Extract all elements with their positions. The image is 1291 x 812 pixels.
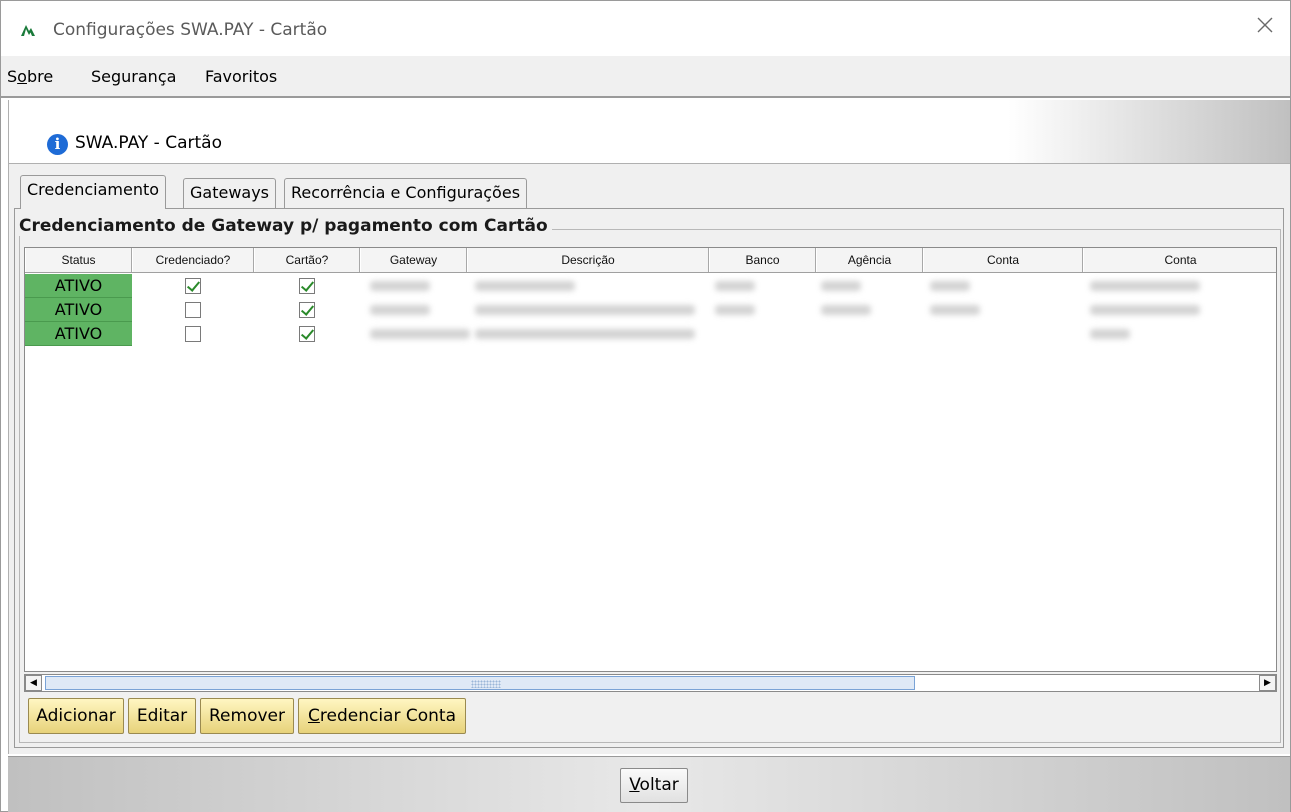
app-logo-icon bbox=[21, 25, 35, 36]
column-header-conta[interactable]: Conta bbox=[923, 248, 1083, 272]
column-header-agencia[interactable]: Agência bbox=[816, 248, 923, 272]
redacted-banco bbox=[715, 305, 755, 315]
scroll-right-icon[interactable]: ▶ bbox=[1259, 675, 1276, 691]
title-bar: Configurações SWA.PAY - Cartão bbox=[1, 1, 1290, 56]
menu-bar: Sobre Segurança Favoritos bbox=[1, 56, 1290, 98]
table-row[interactable]: ATIVO bbox=[25, 322, 1276, 346]
header-panel: i SWA.PAY - Cartão bbox=[8, 100, 1290, 164]
credenciado-checkbox[interactable] bbox=[185, 326, 201, 342]
close-icon[interactable] bbox=[1254, 15, 1276, 37]
redacted-conta bbox=[930, 305, 980, 315]
cartao-checkbox[interactable] bbox=[299, 326, 315, 342]
table-row[interactable]: ATIVO bbox=[25, 298, 1276, 322]
menu-favoritos[interactable]: Favoritos bbox=[205, 67, 277, 86]
footer-bar: Voltar bbox=[8, 756, 1290, 812]
redacted-conta bbox=[930, 281, 970, 291]
redacted-gateway bbox=[370, 305, 430, 315]
table-header: Status Credenciado? Cartão? Gateway Desc… bbox=[25, 248, 1276, 273]
credenciado-checkbox[interactable] bbox=[185, 278, 201, 294]
redacted-descricao bbox=[475, 305, 695, 315]
scrollbar-grip bbox=[471, 680, 501, 688]
window-title: Configurações SWA.PAY - Cartão bbox=[53, 20, 328, 40]
credenciar-conta-button[interactable]: Credenciar Conta bbox=[298, 698, 466, 734]
redacted-conta-2 bbox=[1090, 305, 1200, 315]
app-window: Configurações SWA.PAY - Cartão Sobre Seg… bbox=[0, 0, 1291, 812]
redacted-agencia bbox=[821, 305, 871, 315]
column-header-gateway[interactable]: Gateway bbox=[360, 248, 467, 272]
table-row[interactable]: ATIVO bbox=[25, 274, 1276, 298]
tab-gateways[interactable]: Gateways bbox=[183, 178, 277, 208]
redacted-banco bbox=[715, 281, 755, 291]
status-badge: ATIVO bbox=[25, 298, 132, 322]
horizontal-scrollbar[interactable]: ◀ ▶ bbox=[24, 674, 1277, 692]
scroll-left-icon[interactable]: ◀ bbox=[25, 675, 42, 691]
column-header-banco[interactable]: Banco bbox=[709, 248, 816, 272]
status-badge: ATIVO bbox=[25, 274, 132, 298]
scrollbar-thumb[interactable] bbox=[45, 676, 915, 690]
header-title: SWA.PAY - Cartão bbox=[75, 133, 222, 153]
status-badge: ATIVO bbox=[25, 322, 132, 346]
redacted-descricao bbox=[475, 329, 695, 339]
group-title: Credenciamento de Gateway p/ pagamento c… bbox=[19, 216, 552, 236]
column-header-status[interactable]: Status bbox=[25, 248, 132, 272]
content-area: Credenciamento Gateways Recorrência e Co… bbox=[8, 164, 1290, 754]
menu-sobre[interactable]: Sobre bbox=[7, 67, 53, 86]
tab-credenciamento[interactable]: Credenciamento bbox=[20, 175, 167, 209]
redacted-gateway bbox=[370, 281, 430, 291]
voltar-button[interactable]: Voltar bbox=[620, 768, 688, 803]
info-icon: i bbox=[47, 134, 68, 155]
cartao-checkbox[interactable] bbox=[299, 302, 315, 318]
redacted-gateway bbox=[370, 329, 470, 339]
tab-recorrencia-configuracoes[interactable]: Recorrência e Configurações bbox=[284, 178, 528, 208]
column-header-conta-2[interactable]: Conta bbox=[1083, 248, 1276, 272]
column-header-credenciado[interactable]: Credenciado? bbox=[132, 248, 254, 272]
remover-button[interactable]: Remover bbox=[200, 698, 294, 734]
column-header-descricao[interactable]: Descrição bbox=[467, 248, 709, 272]
editar-button[interactable]: Editar bbox=[128, 698, 196, 734]
credenciado-checkbox[interactable] bbox=[185, 302, 201, 318]
gateway-table: Status Credenciado? Cartão? Gateway Desc… bbox=[24, 247, 1277, 672]
redacted-conta-2 bbox=[1090, 281, 1200, 291]
redacted-descricao bbox=[475, 281, 575, 291]
column-header-cartao[interactable]: Cartão? bbox=[254, 248, 360, 272]
cartao-checkbox[interactable] bbox=[299, 278, 315, 294]
menu-seguranca[interactable]: Segurança bbox=[91, 67, 176, 86]
redacted-conta-2 bbox=[1090, 329, 1130, 339]
adicionar-button[interactable]: Adicionar bbox=[28, 698, 124, 734]
redacted-agencia bbox=[821, 281, 861, 291]
